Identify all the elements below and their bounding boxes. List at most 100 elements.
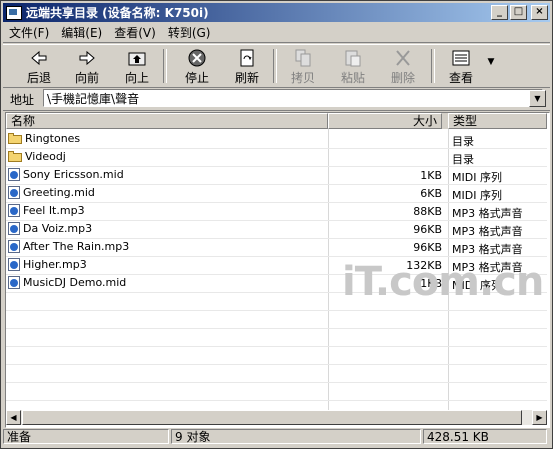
file-size: 96KB bbox=[413, 223, 442, 236]
list-item[interactable]: Greeting.mid 6KB MIDI 序列 bbox=[6, 185, 547, 203]
refresh-icon bbox=[240, 49, 254, 67]
forward-button[interactable]: 向前 bbox=[65, 48, 109, 86]
list-item[interactable]: Ringtones 目录 bbox=[6, 131, 547, 149]
empty-row bbox=[6, 383, 547, 401]
menu-view[interactable]: 查看(V) bbox=[108, 24, 162, 41]
status-total-size: 428.51 KB bbox=[423, 429, 547, 444]
window-title: 远端共享目录 (设备名称: K750i) bbox=[26, 6, 209, 20]
back-arrow-icon bbox=[31, 50, 47, 66]
watermark: iT.com.cn bbox=[342, 259, 544, 305]
file-name-cell: Videodj bbox=[8, 150, 66, 163]
paste-button[interactable]: 粘贴 bbox=[331, 48, 375, 86]
file-name: Ringtones bbox=[25, 132, 81, 145]
column-header-size[interactable]: 大小 bbox=[328, 113, 442, 129]
file-type: 目录 bbox=[452, 153, 474, 166]
file-name-cell: MusicDJ Demo.mid bbox=[8, 276, 126, 289]
media-file-icon bbox=[8, 276, 20, 289]
list-item[interactable]: Da Voiz.mp3 96KB MP3 格式声音 bbox=[6, 221, 547, 239]
up-button[interactable]: 向上 bbox=[115, 48, 159, 86]
media-file-icon bbox=[8, 168, 20, 181]
view-button[interactable]: 查看 bbox=[439, 48, 483, 86]
file-name-cell: Ringtones bbox=[8, 132, 80, 145]
toolbar-separator bbox=[273, 49, 277, 83]
file-name-cell: Higher.mp3 bbox=[8, 258, 87, 271]
file-type: MP3 格式声音 bbox=[452, 207, 523, 220]
list-item[interactable]: Videodj 目录 bbox=[6, 149, 547, 167]
list-item[interactable]: Sony Ericsson.mid 1KB MIDI 序列 bbox=[6, 167, 547, 185]
column-header-name[interactable]: 名称 bbox=[6, 113, 328, 129]
menu-file[interactable]: 文件(F) bbox=[3, 24, 55, 41]
toolbar-separator bbox=[163, 49, 167, 83]
maximize-button[interactable]: □ bbox=[510, 5, 527, 20]
menu-edit[interactable]: 编辑(E) bbox=[55, 24, 108, 41]
back-button[interactable]: 后退 bbox=[17, 48, 61, 86]
file-name-cell: Greeting.mid bbox=[8, 186, 95, 199]
explorer-window: 远端共享目录 (设备名称: K750i) _ □ × 文件(F) 编辑(E) 查… bbox=[0, 0, 553, 449]
file-size: 1KB bbox=[420, 169, 442, 182]
horizontal-scrollbar[interactable]: ◀ ▶ bbox=[6, 410, 547, 425]
stop-button[interactable]: 停止 bbox=[175, 48, 219, 86]
file-size: 96KB bbox=[413, 241, 442, 254]
file-name: MusicDJ Demo.mid bbox=[23, 276, 127, 289]
media-file-icon bbox=[8, 204, 20, 217]
address-bar: 地址 \手機記憶庫\聲音 ▼ bbox=[3, 88, 550, 111]
scroll-thumb[interactable] bbox=[22, 410, 522, 425]
media-file-icon bbox=[8, 240, 20, 253]
file-type: MIDI 序列 bbox=[452, 189, 502, 202]
minimize-button[interactable]: _ bbox=[491, 5, 508, 20]
file-name: Greeting.mid bbox=[23, 186, 95, 199]
status-bar: 准备 9 对象 428.51 KB bbox=[3, 428, 550, 446]
file-name-cell: Feel It.mp3 bbox=[8, 204, 85, 217]
file-type: MP3 格式声音 bbox=[452, 225, 523, 238]
delete-icon bbox=[396, 50, 410, 66]
empty-row bbox=[6, 365, 547, 383]
media-file-icon bbox=[8, 222, 20, 235]
media-file-icon bbox=[8, 258, 20, 271]
toolbar-separator bbox=[431, 49, 435, 83]
file-name-cell: Da Voiz.mp3 bbox=[8, 222, 92, 235]
refresh-button[interactable]: 刷新 bbox=[225, 48, 269, 86]
address-label: 地址 bbox=[10, 93, 35, 107]
address-field[interactable]: \手機記憶庫\聲音 bbox=[43, 89, 543, 107]
stop-icon bbox=[188, 49, 206, 67]
column-header-type[interactable]: 类型 bbox=[448, 113, 547, 129]
up-folder-icon bbox=[128, 52, 146, 66]
file-name: Videodj bbox=[25, 150, 66, 163]
copy-button[interactable]: 拷贝 bbox=[281, 48, 325, 86]
file-name-cell: After The Rain.mp3 bbox=[8, 240, 129, 253]
file-type: MP3 格式声音 bbox=[452, 243, 523, 256]
folder-icon bbox=[8, 133, 22, 144]
file-list[interactable]: 名称 大小 类型 Ringtones 目录 Videodj 目录 Sony Ericss… bbox=[5, 112, 550, 428]
file-name: Da Voiz.mp3 bbox=[23, 222, 93, 235]
stop-label: 停止 bbox=[184, 71, 209, 85]
file-size: 6KB bbox=[420, 187, 442, 200]
menu-goto[interactable]: 转到(G) bbox=[162, 24, 217, 41]
scroll-left-button[interactable]: ◀ bbox=[6, 410, 21, 425]
paste-label: 粘贴 bbox=[340, 71, 365, 85]
copy-icon bbox=[295, 49, 311, 67]
app-icon bbox=[6, 5, 22, 20]
back-label: 后退 bbox=[26, 71, 51, 85]
address-dropdown-button[interactable]: ▼ bbox=[529, 90, 546, 107]
empty-row bbox=[6, 329, 547, 347]
status-state: 准备 bbox=[3, 429, 169, 444]
delete-button[interactable]: 删除 bbox=[381, 48, 425, 86]
refresh-label: 刷新 bbox=[234, 71, 259, 85]
status-object-count: 9 对象 bbox=[171, 429, 421, 444]
file-name: Feel It.mp3 bbox=[23, 204, 85, 217]
close-button[interactable]: × bbox=[531, 5, 548, 20]
paste-icon bbox=[345, 50, 361, 67]
list-item[interactable]: Feel It.mp3 88KB MP3 格式声音 bbox=[6, 203, 547, 221]
forward-label: 向前 bbox=[74, 71, 99, 85]
delete-label: 删除 bbox=[390, 71, 415, 85]
file-type: 目录 bbox=[452, 135, 474, 148]
file-type: MIDI 序列 bbox=[452, 171, 502, 184]
media-file-icon bbox=[8, 186, 20, 199]
view-label: 查看 bbox=[448, 71, 473, 85]
title-bar[interactable]: 远端共享目录 (设备名称: K750i) _ □ × bbox=[3, 3, 550, 22]
scroll-right-button[interactable]: ▶ bbox=[532, 410, 547, 425]
toolbar: 后退 向前 向上 停止 刷新 拷贝 粘贴 删除 查看 ▼ bbox=[3, 44, 550, 88]
empty-row bbox=[6, 311, 547, 329]
list-header: 名称 大小 类型 bbox=[6, 113, 547, 129]
list-item[interactable]: After The Rain.mp3 96KB MP3 格式声音 bbox=[6, 239, 547, 257]
